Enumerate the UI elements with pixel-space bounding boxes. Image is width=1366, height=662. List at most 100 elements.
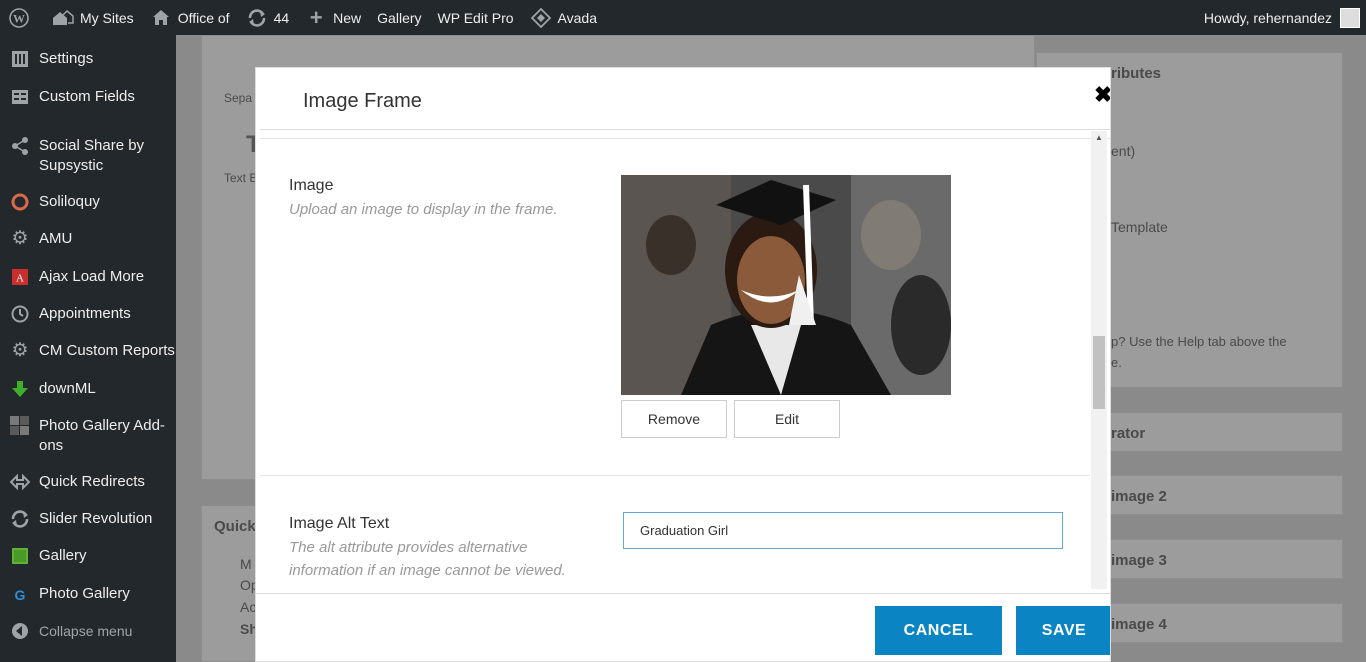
sidebar-item-ajax-load-more[interactable]: A Ajax Load More [0,267,176,287]
sidebar-item-cm-custom-reports[interactable]: ⚙ CM Custom Reports [0,341,176,361]
howdy-label: Howdy, rehernandez [1203,9,1332,26]
sidebar-item-custom-fields[interactable]: Custom Fields [0,87,176,107]
gallery-addons-icon [10,416,30,436]
sidebar-item-downml[interactable]: downML [0,379,176,399]
gear-icon: ⚙ [11,340,29,361]
sidebar-item-label: Settings [39,50,94,67]
sidebar-item-social-share[interactable]: Social Share by Supsystic [0,136,176,176]
avatar [1340,7,1360,28]
image-field-description: Upload an image to display in the frame. [289,201,558,218]
gear-icon: ⚙ [11,228,29,249]
collapse-icon [10,621,30,641]
modal-footer: CANCEL SAVE [256,593,1110,661]
background-text: Quick [214,518,256,535]
close-icon[interactable]: ✖ [1094,84,1110,106]
custom-fields-icon [10,87,30,107]
sidebar-item-photo-gallery-addons[interactable]: Photo Gallery Add-ons [0,416,176,456]
sidebar-item-label: Quick Redirects [39,473,145,490]
sidebar-item-quick-redirects[interactable]: Quick Redirects [0,472,176,492]
wp-edit-pro-label: WP Edit Pro [437,9,514,26]
share-icon [10,136,30,156]
clock-icon [10,304,30,324]
updates-menu[interactable]: 44 [238,0,298,35]
save-button[interactable]: SAVE [1016,606,1110,655]
avada-icon [530,7,552,29]
account-menu[interactable]: Howdy, rehernandez [1204,0,1360,35]
sidebar-item-label: Gallery [39,547,87,564]
gallery-icon [10,546,30,566]
image-preview [621,175,951,395]
sidebar-item-photo-gallery[interactable]: G Photo Gallery [0,584,176,604]
scroll-up-arrow-icon[interactable]: ▲ [1095,133,1103,142]
alt-text-input[interactable]: Graduation Girl [623,512,1063,549]
my-sites-icon [52,7,74,29]
collapse-menu-label: Collapse menu [39,623,133,639]
sidebar-item-slider-revolution[interactable]: Slider Revolution [0,509,176,529]
sidebar-item-soliloquy[interactable]: Soliloquy [0,192,176,212]
sidebar-item-label: Custom Fields [39,88,135,105]
sidebar-item-label: Slider Revolution [39,510,153,527]
background-text: image 3 [1111,552,1167,569]
avada-menu[interactable]: Avada [522,0,605,35]
avada-label: Avada [557,9,597,26]
alt-text-description: information if an image cannot be viewed… [289,562,566,579]
ajax-icon: A [10,267,30,287]
edit-image-button[interactable]: Edit [734,400,840,438]
background-text: Sepa [224,91,253,105]
sidebar-item-label: CM Custom Reports [39,342,175,359]
background-text: Template [1111,219,1168,235]
scroll-thumb[interactable] [1093,336,1105,409]
new-content-menu[interactable]: + New [297,0,369,35]
download-icon [10,379,30,399]
modal-header: Image Frame ✖ [260,68,1110,130]
gallery-label: Gallery [377,9,422,26]
alt-text-field-label: Image Alt Text [289,515,390,532]
site-name-menu[interactable]: Office of [142,0,238,35]
modal-title: Image Frame [303,90,422,112]
background-text: ributes [1111,65,1162,82]
sidebar-item-appointments[interactable]: Appointments [0,304,176,324]
modal-scroll-area[interactable]: Image Upload an image to display in the … [260,138,1110,593]
site-name-label: Office of [177,9,230,26]
background-text: image 4 [1111,616,1167,633]
updates-icon [246,7,268,29]
admin-sidebar: Settings Custom Fields Social Share by S… [0,35,176,662]
background-text: p? Use the Help tab above the [1111,334,1287,349]
background-text: e. [1111,355,1122,370]
updates-count: 44 [273,9,290,26]
my-sites-menu[interactable]: My Sites [44,0,142,35]
modal-scrollbar[interactable]: ▲ [1091,131,1107,589]
wp-logo-menu[interactable]: W [0,0,44,35]
sidebar-item-label: Ajax Load More [39,268,145,285]
cancel-button[interactable]: CANCEL [875,606,1002,655]
my-sites-label: My Sites [80,9,134,26]
plus-icon: + [309,4,323,30]
wp-edit-pro-menu[interactable]: WP Edit Pro [430,0,522,35]
background-text: M [240,556,252,572]
field-divider [260,475,1090,476]
sidebar-item-label: Photo Gallery [39,585,130,602]
collapse-menu-button[interactable]: Collapse menu [0,621,176,641]
settings-icon [10,49,30,69]
background-text: Ac [240,599,257,615]
new-label: New [333,9,362,26]
svg-text:G: G [15,587,26,603]
wordpress-icon: W [8,7,30,29]
sidebar-item-label: Soliloquy [39,193,100,210]
sidebar-item-settings[interactable]: Settings [0,49,176,69]
alt-text-description: The alt attribute provides alternative [289,539,528,556]
sidebar-item-label: Photo Gallery Add-ons [39,417,165,454]
background-text: Text B [224,171,258,185]
gallery-menu[interactable]: Gallery [369,0,429,35]
background-text: ent) [1111,143,1136,159]
refresh-icon [10,509,30,529]
sidebar-item-gallery[interactable]: Gallery [0,546,176,566]
background-text: rator [1111,425,1146,442]
remove-image-button[interactable]: Remove [621,400,727,438]
soliloquy-icon [10,192,30,212]
image-frame-modal: Image Frame ✖ Image Upload an image to d… [255,67,1111,662]
background-text: image 2 [1111,488,1167,505]
sidebar-item-label: Appointments [39,305,131,322]
sidebar-item-amu[interactable]: ⚙ AMU [0,229,176,249]
redirect-icon [10,472,30,492]
